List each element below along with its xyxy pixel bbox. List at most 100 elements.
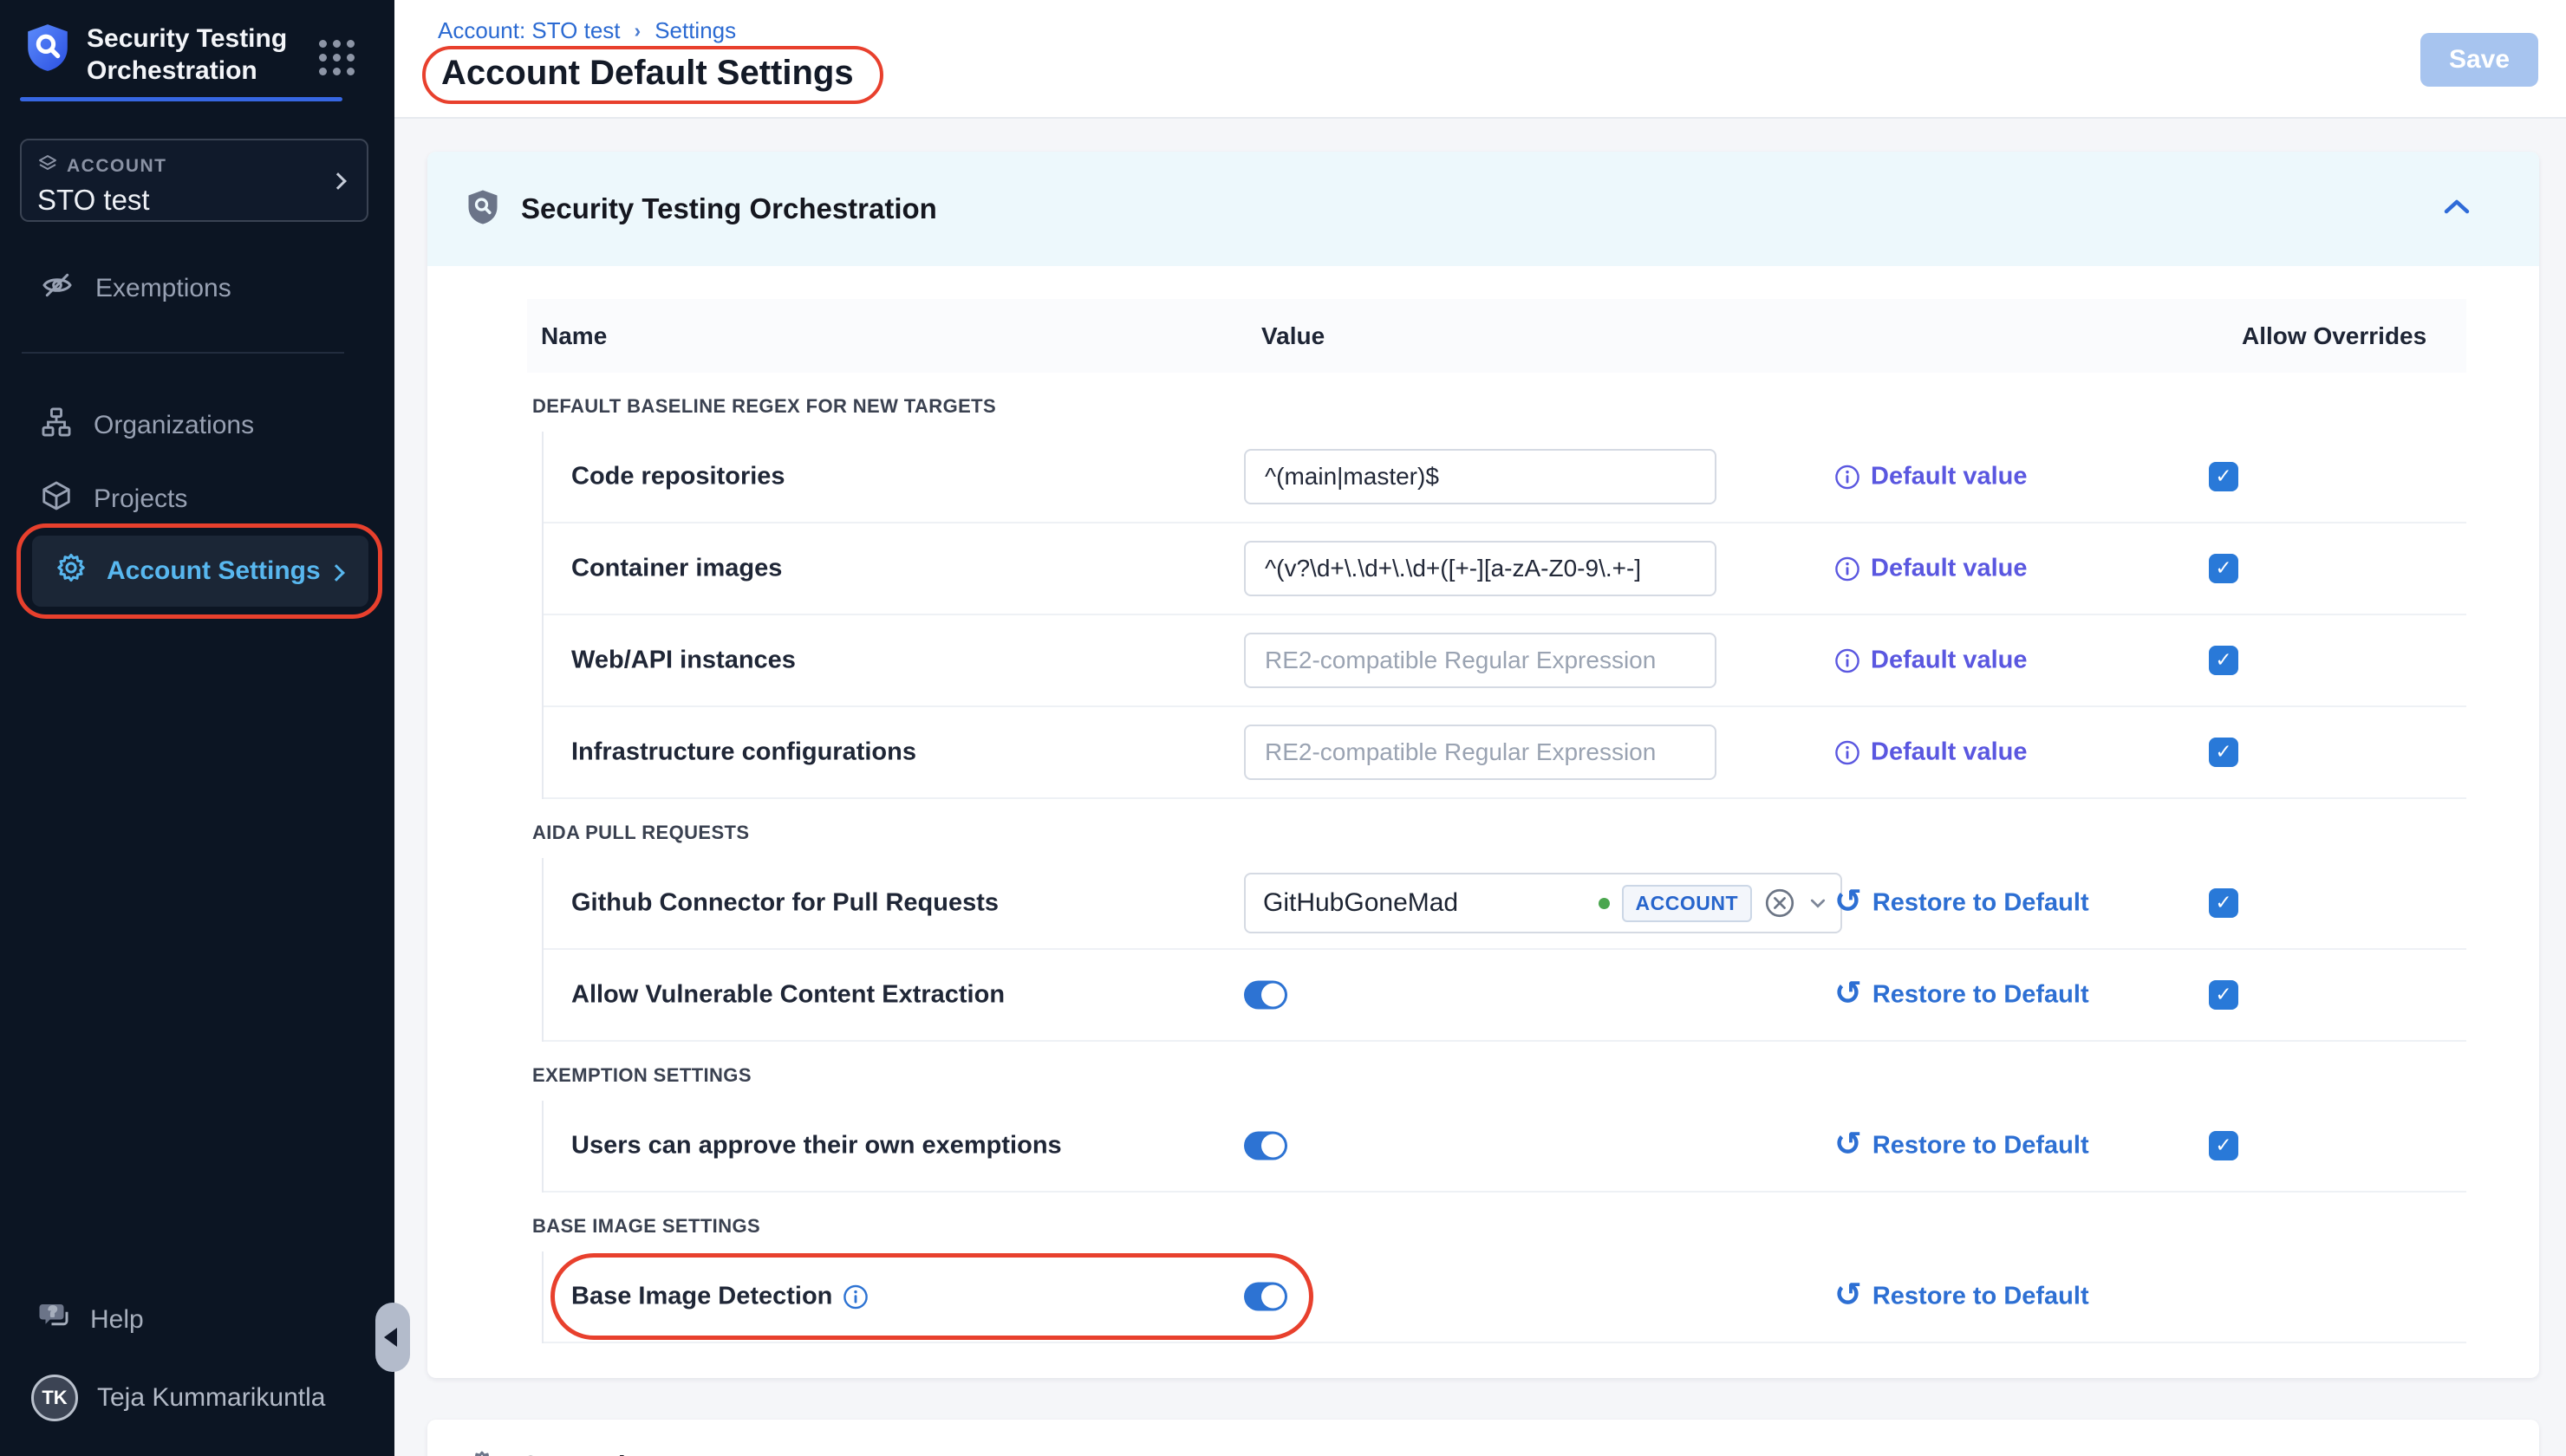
allow-overrides-checkbox[interactable]: ✓: [2209, 554, 2238, 583]
chevron-right-icon: [328, 564, 345, 582]
save-button[interactable]: Save: [2420, 33, 2538, 87]
allow-overrides-checkbox[interactable]: ✓: [2209, 888, 2238, 918]
setting-name: Container images: [571, 555, 782, 583]
sto-card-body: Name Value Allow Overrides DEFAULT BASEL…: [427, 266, 2539, 1378]
connector-scope-badge: ACCOUNT: [1622, 885, 1753, 922]
toggle-switch[interactable]: [1244, 981, 1287, 1010]
setting-name: Infrastructure configurations: [571, 738, 916, 767]
section-label: BASE IMAGE SETTINGS: [532, 1215, 2466, 1238]
breadcrumb-account-link[interactable]: Account: STO test: [438, 17, 621, 44]
settings-group: Code repositories Default value ✓ Contai…: [542, 432, 2466, 799]
connector-status-dot: [1599, 898, 1610, 909]
page-header: Account: STO test › Settings Account Def…: [394, 0, 2566, 119]
setting-name: Allow Vulnerable Content Extraction: [571, 981, 1005, 1010]
default-value-link[interactable]: Default value: [1834, 463, 2028, 491]
info-icon[interactable]: [1834, 739, 1860, 765]
avatar: TK: [31, 1375, 78, 1421]
account-name: STO test: [37, 184, 351, 217]
sidebar-item-label: Exemptions: [95, 274, 231, 303]
setting-name: Github Connector for Pull Requests: [571, 889, 999, 918]
chevron-down-icon[interactable]: [1807, 893, 1828, 913]
help-button[interactable]: ? Help: [36, 1298, 144, 1342]
sidebar: Security Testing Orchestration ACCOUNT S…: [0, 0, 394, 1456]
regex-input[interactable]: [1244, 725, 1716, 780]
toggle-knob: [1261, 1134, 1285, 1158]
toggle-switch[interactable]: [1244, 1132, 1287, 1160]
app-grid-icon[interactable]: [319, 40, 355, 75]
setting-name: Base Image Detection: [571, 1283, 832, 1311]
info-icon[interactable]: [1834, 556, 1860, 582]
account-scope-card[interactable]: ACCOUNT STO test: [20, 139, 368, 222]
info-icon[interactable]: [1834, 464, 1860, 490]
breadcrumb-settings-link[interactable]: Settings: [655, 17, 736, 44]
clear-connector-icon[interactable]: [1764, 887, 1795, 919]
restore-to-default-link[interactable]: ↺Restore to Default: [1834, 1132, 2089, 1160]
default-value-link[interactable]: Default value: [1834, 555, 2028, 583]
page-title: Account Default Settings: [441, 54, 854, 93]
default-value-link[interactable]: Default value: [1834, 647, 2028, 675]
sidebar-item-label: Organizations: [94, 411, 254, 440]
general-settings-card: General: [427, 1420, 2539, 1456]
sidebar-item-account-settings[interactable]: Account Settings: [32, 536, 368, 607]
settings-rows: DEFAULT BASELINE REGEX FOR NEW TARGETS C…: [527, 395, 2466, 1343]
allow-overrides-checkbox[interactable]: ✓: [2209, 1131, 2238, 1160]
sidebar-divider: [22, 352, 344, 354]
org-chart-icon: [40, 406, 73, 445]
restore-icon: ↺: [1834, 1278, 1862, 1311]
sidebar-item-organizations[interactable]: Organizations: [0, 399, 394, 452]
sidebar-collapse-handle[interactable]: [375, 1303, 410, 1372]
restore-icon: ↺: [1834, 1128, 1862, 1160]
chevron-up-icon[interactable]: [2442, 197, 2472, 222]
restore-to-default-link[interactable]: ↺Restore to Default: [1834, 1283, 2089, 1311]
restore-icon: ↺: [1834, 885, 1862, 918]
table-row: Github Connector for Pull Requests GitHu…: [544, 858, 2466, 950]
general-card-header[interactable]: General: [467, 1449, 2499, 1456]
sidebar-item-projects[interactable]: Projects: [0, 472, 394, 526]
sidebar-item-exemptions[interactable]: Exemptions: [0, 262, 394, 315]
eye-off-icon: [40, 268, 75, 309]
account-scope-label: ACCOUNT: [67, 156, 167, 177]
app-logo-row: Security Testing Orchestration: [26, 23, 288, 87]
table-header: Name Value Allow Overrides: [527, 299, 2466, 373]
section-label: EXEMPTION SETTINGS: [532, 1064, 2466, 1087]
toggle-knob: [1261, 1285, 1285, 1309]
settings-group: Github Connector for Pull Requests GitHu…: [542, 858, 2466, 1042]
setting-name: Web/API instances: [571, 647, 796, 675]
setting-name: Users can approve their own exemptions: [571, 1132, 1062, 1160]
column-header-name: Name: [541, 322, 607, 350]
table-row: Web/API instances Default value ✓: [544, 615, 2466, 707]
toggle-knob: [1261, 984, 1285, 1007]
layers-icon: [37, 153, 58, 179]
cube-icon: [40, 479, 73, 519]
help-label: Help: [90, 1305, 144, 1335]
sidebar-item-label: Projects: [94, 484, 187, 514]
gear-icon: [467, 1449, 497, 1456]
logo-accent-line: [20, 97, 342, 101]
allow-overrides-checkbox[interactable]: ✓: [2209, 980, 2238, 1010]
regex-input[interactable]: [1244, 633, 1716, 688]
restore-to-default-link[interactable]: ↺Restore to Default: [1834, 889, 2089, 918]
user-profile[interactable]: TK Teja Kummarikuntla: [31, 1375, 325, 1421]
allow-overrides-checkbox[interactable]: ✓: [2209, 462, 2238, 491]
user-name: Teja Kummarikuntla: [97, 1383, 325, 1413]
allow-overrides-checkbox[interactable]: ✓: [2209, 738, 2238, 767]
sto-settings-card: Security Testing Orchestration Name Valu…: [427, 152, 2539, 1378]
breadcrumb: Account: STO test › Settings: [438, 17, 736, 44]
row-info-icon[interactable]: [843, 1284, 869, 1310]
sto-card-header[interactable]: Security Testing Orchestration: [427, 152, 2539, 266]
content-area: Security Testing Orchestration Name Valu…: [394, 119, 2566, 1456]
regex-input[interactable]: [1244, 449, 1716, 504]
info-icon[interactable]: [1834, 647, 1860, 673]
section-label: AIDA PULL REQUESTS: [532, 822, 2466, 844]
regex-input[interactable]: [1244, 541, 1716, 596]
connector-select[interactable]: GitHubGoneMad ACCOUNT: [1244, 873, 1842, 933]
connector-name: GitHubGoneMad: [1263, 888, 1586, 918]
svg-text:?: ?: [49, 1304, 57, 1319]
restore-to-default-link[interactable]: ↺Restore to Default: [1834, 981, 2089, 1010]
sto-shield-logo-icon: [26, 23, 69, 77]
section-label: DEFAULT BASELINE REGEX FOR NEW TARGETS: [532, 395, 2466, 418]
default-value-link[interactable]: Default value: [1834, 738, 2028, 767]
toggle-switch[interactable]: [1244, 1283, 1287, 1311]
table-row: Users can approve their own exemptions ↺…: [544, 1101, 2466, 1193]
allow-overrides-checkbox[interactable]: ✓: [2209, 646, 2238, 675]
